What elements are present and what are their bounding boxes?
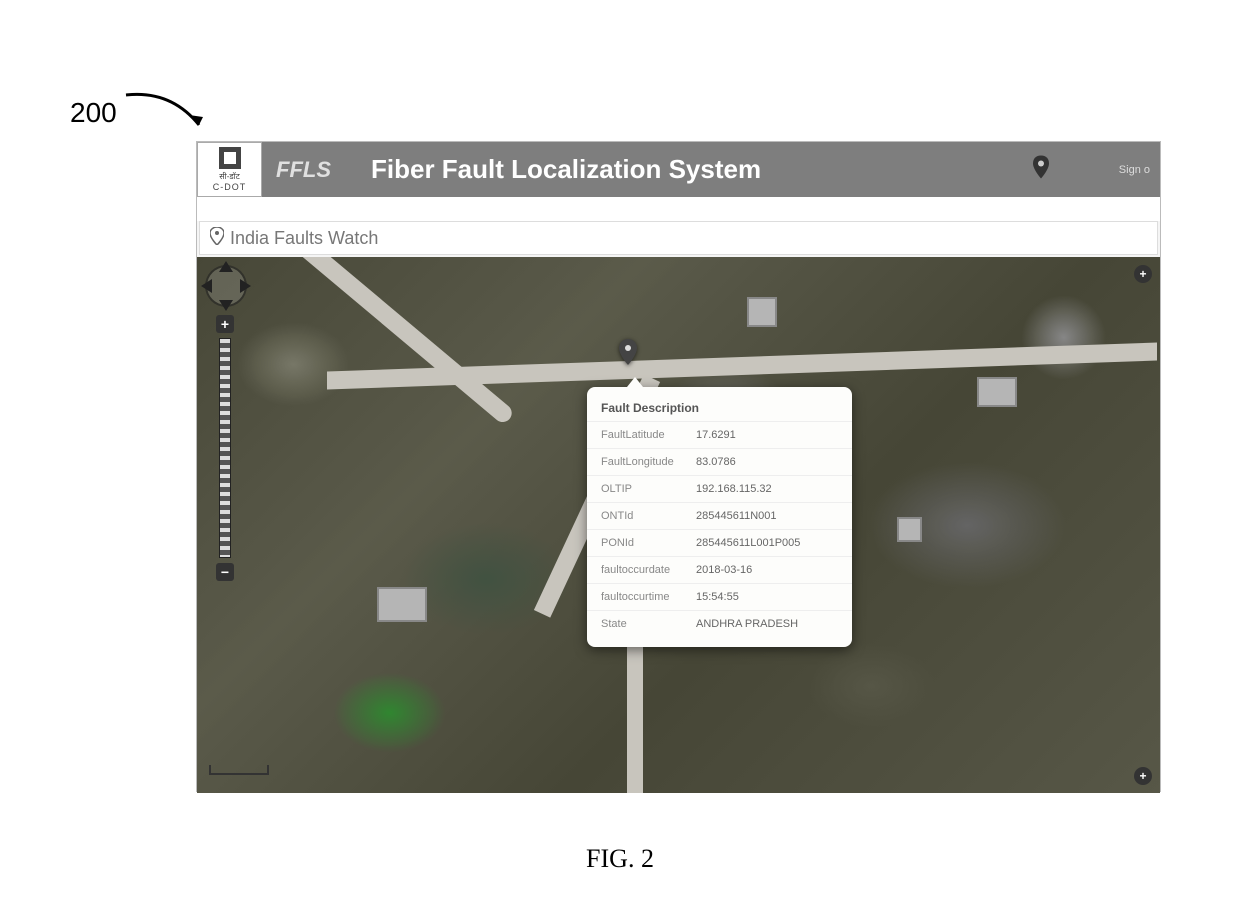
popup-value: 2018-03-16 (696, 564, 752, 576)
popup-rows: FaultLatitude17.6291FaultLongitude83.078… (587, 421, 852, 637)
map-building (977, 377, 1017, 407)
zoom-in-button[interactable]: + (216, 315, 234, 333)
sign-link[interactable]: Sign o (1119, 164, 1150, 176)
location-pin-icon (210, 227, 224, 250)
popup-value: 83.0786 (696, 456, 736, 468)
pan-up-icon[interactable] (219, 261, 233, 272)
map-building (377, 587, 427, 622)
top-bar: सी-डॉट C-DOT FFLS Fiber Fault Localizati… (197, 142, 1160, 197)
popup-value: 17.6291 (696, 429, 736, 441)
fault-popup: Fault Description FaultLatitude17.6291Fa… (587, 387, 852, 647)
logo-text-hi: सी-डॉट (219, 171, 240, 182)
watch-bar[interactable]: India Faults Watch (199, 221, 1158, 255)
brand-short: FFLS (276, 157, 331, 183)
logo-icon (219, 147, 241, 169)
popup-row: faultoccurtime15:54:55 (587, 583, 852, 610)
scale-bar (209, 761, 289, 775)
popup-row: FaultLatitude17.6291 (587, 421, 852, 448)
popup-key: FaultLongitude (601, 456, 696, 468)
popup-key: State (601, 618, 696, 630)
org-logo[interactable]: सी-डॉट C-DOT (197, 142, 262, 197)
popup-value: ANDHRA PRADESH (696, 618, 798, 630)
popup-arrow-icon (627, 377, 643, 387)
map-expand-button[interactable]: + (1134, 265, 1152, 283)
map-building (897, 517, 922, 542)
spacer-bar (197, 197, 1160, 221)
pan-left-icon[interactable] (201, 279, 212, 293)
logo-text-en: C-DOT (213, 182, 247, 192)
figure-ref-number: 200 (70, 97, 117, 129)
popup-value: 285445611L001P005 (696, 537, 800, 549)
fault-marker[interactable] (619, 339, 637, 365)
popup-value: 192.168.115.32 (696, 483, 772, 495)
popup-key: ONTId (601, 510, 696, 522)
popup-row: PONId285445611L001P005 (587, 529, 852, 556)
popup-title: Fault Description (587, 397, 852, 421)
watch-label: India Faults Watch (230, 228, 378, 249)
app-title: Fiber Fault Localization System (371, 154, 761, 185)
popup-row: FaultLongitude83.0786 (587, 448, 852, 475)
zoom-slider[interactable] (219, 338, 231, 558)
map-building (747, 297, 777, 327)
ref-arrow-icon (121, 85, 211, 140)
popup-value: 285445611N001 (696, 510, 777, 522)
pan-down-icon[interactable] (219, 300, 233, 311)
map-add-button[interactable]: + (1134, 767, 1152, 785)
zoom-control: + − (211, 313, 239, 583)
popup-row: OLTIP192.168.115.32 (587, 475, 852, 502)
popup-value: 15:54:55 (696, 591, 739, 603)
figure-caption: FIG. 2 (586, 844, 654, 874)
popup-key: faultoccurdate (601, 564, 696, 576)
map-canvas[interactable]: + − + + Fault Description FaultLatitude1… (197, 257, 1160, 793)
pan-right-icon[interactable] (240, 279, 251, 293)
popup-key: PONId (601, 537, 696, 549)
popup-key: FaultLatitude (601, 429, 696, 441)
zoom-out-button[interactable]: − (216, 563, 234, 581)
popup-row: StateANDHRA PRADESH (587, 610, 852, 637)
app-window: सी-डॉट C-DOT FFLS Fiber Fault Localizati… (196, 141, 1161, 792)
figure-ref: 200 (70, 85, 211, 140)
notification-pin-icon[interactable] (1032, 155, 1050, 184)
map-pan-control[interactable] (205, 265, 247, 307)
popup-row: faultoccurdate2018-03-16 (587, 556, 852, 583)
popup-key: OLTIP (601, 483, 696, 495)
popup-key: faultoccurtime (601, 591, 696, 603)
popup-row: ONTId285445611N001 (587, 502, 852, 529)
